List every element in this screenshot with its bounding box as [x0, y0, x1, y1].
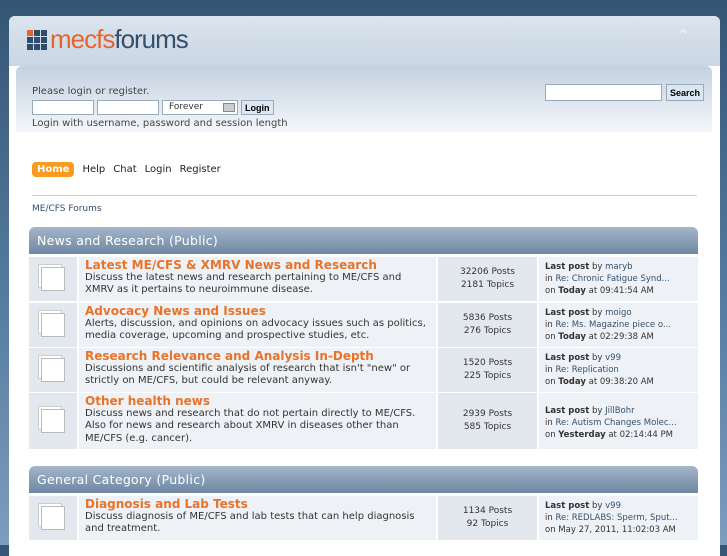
dropdown-arrow-icon: [223, 103, 235, 112]
board-info: Research Relevance and Analysis In-Depth…: [79, 348, 436, 392]
board-info: Diagnosis and Lab Tests Discuss diagnosis…: [79, 496, 436, 540]
post-count: 1134 Posts: [462, 506, 513, 516]
board-info: Other health news Discuss news and resear…: [79, 393, 436, 449]
board-name-link[interactable]: Advocacy News and Issues: [85, 305, 430, 318]
post-count: 1520 Posts: [462, 358, 513, 368]
last-post-topic-link[interactable]: Re: Replication: [555, 365, 618, 375]
board-status-icon: [41, 313, 65, 337]
session-length-select[interactable]: Forever: [162, 100, 238, 115]
board-description: Discuss diagnosis of ME/CFS and lab test…: [85, 510, 415, 535]
topic-count: 2181 Topics: [460, 280, 515, 290]
last-post: Last post by moigo in Re: Ms. Magazine p…: [539, 303, 698, 347]
logo-grid-icon: [27, 29, 47, 50]
last-post-author-link[interactable]: v99: [605, 501, 621, 511]
login-message: Please login or register.: [32, 86, 150, 97]
topic-count: 585 Topics: [463, 422, 512, 432]
last-post: Last post by JillBohr in Re: Autism Chan…: [539, 393, 698, 449]
board-status-icon: [41, 409, 65, 433]
menu-home[interactable]: Home: [32, 162, 75, 177]
board-row: Latest ME/CFS & XMRV News and Research Di…: [29, 257, 698, 301]
divider: [32, 195, 697, 196]
board-name-link[interactable]: Research Relevance and Analysis In-Depth: [85, 350, 430, 363]
post-count: 2939 Posts: [462, 409, 513, 419]
menu-chat[interactable]: Chat: [113, 164, 136, 175]
breadcrumb[interactable]: ME/CFS Forums: [32, 204, 102, 214]
last-post-topic-link[interactable]: Re: Autism Changes Molec...: [555, 418, 676, 428]
page: mecfsforums ⌃ Please login or register. …: [9, 16, 720, 556]
board-status-icon: [41, 358, 65, 382]
last-post: Last post by v99 in Re: Replication on T…: [539, 348, 698, 392]
last-post-day: Today: [558, 286, 586, 296]
board-stats: 2939 Posts 585 Topics: [438, 393, 537, 449]
board-row: Advocacy News and Issues Alerts, discussi…: [29, 303, 698, 347]
header: mecfsforums ⌃: [9, 16, 720, 66]
board-icon-cell: [29, 257, 77, 301]
board-name-link[interactable]: Latest ME/CFS & XMRV News and Research: [85, 259, 430, 272]
board-status-icon: [41, 506, 65, 530]
board-row: Diagnosis and Lab Tests Discuss diagnosis…: [29, 496, 698, 540]
last-post-author-link[interactable]: v99: [605, 353, 621, 363]
last-post-topic-link[interactable]: Re: Chronic Fatigue Synd...: [555, 274, 669, 284]
login-hint: Login with username, password and sessio…: [32, 118, 288, 129]
last-post: Last post by v99 in Re: REDLABS: Sperm, …: [539, 496, 698, 540]
last-post: Last post by maryb in Re: Chronic Fatigu…: [539, 257, 698, 301]
board-description: Alerts, discussion, and opinions on advo…: [85, 317, 426, 342]
board-description: Discuss the latest news and research per…: [85, 271, 402, 296]
board-row: Research Relevance and Analysis In-Depth…: [29, 348, 698, 392]
topic-count: 92 Topics: [466, 519, 509, 529]
board-name-link[interactable]: Other health news: [85, 395, 430, 408]
last-post-author-link[interactable]: JillBohr: [605, 406, 635, 416]
board-status-icon: [41, 267, 65, 291]
topic-count: 225 Topics: [463, 371, 512, 381]
board-info: Latest ME/CFS & XMRV News and Research Di…: [79, 257, 436, 301]
search-input[interactable]: [544, 84, 662, 101]
board-stats: 32206 Posts 2181 Topics: [438, 257, 537, 301]
search-button[interactable]: Search: [665, 84, 704, 101]
last-post-time: at 09:38:20 AM: [588, 377, 654, 387]
post-count: 32206 Posts: [459, 267, 515, 277]
last-post-author-link[interactable]: moigo: [605, 308, 631, 318]
board-stats: 1520 Posts 225 Topics: [438, 348, 537, 392]
logo[interactable]: mecfsforums: [27, 24, 189, 55]
last-post-day: Today: [558, 377, 586, 387]
board-icon-cell: [29, 348, 77, 392]
last-post-time: May 27, 2011, 11:02:03 AM: [558, 525, 676, 535]
board-row: Other health news Discuss news and resear…: [29, 393, 698, 449]
main-menu: Home Help Chat Login Register: [32, 162, 221, 177]
last-post-time: at 02:29:38 AM: [588, 332, 654, 342]
collapse-header-icon[interactable]: ⌃: [677, 26, 690, 45]
category-header[interactable]: General Category (Public): [29, 466, 698, 493]
menu-register[interactable]: Register: [180, 164, 221, 175]
board-stats: 5836 Posts 276 Topics: [438, 303, 537, 347]
board-info: Advocacy News and Issues Alerts, discussi…: [79, 303, 436, 347]
password-input[interactable]: [97, 100, 159, 115]
board-stats: 1134 Posts 92 Topics: [438, 496, 537, 540]
last-post-time: at 02:14:44 PM: [608, 430, 673, 440]
board-description: Discussions and scientific analysis of r…: [85, 362, 411, 387]
login-button[interactable]: Login: [241, 100, 274, 115]
last-post-day: Today: [558, 332, 586, 342]
last-post-time: at 09:41:54 AM: [588, 286, 654, 296]
last-post-topic-link[interactable]: Re: REDLABS: Sperm, Sput...: [555, 513, 677, 523]
last-post-day: Yesterday: [558, 430, 606, 440]
username-input[interactable]: [32, 100, 94, 115]
menu-help[interactable]: Help: [82, 164, 105, 175]
last-post-author-link[interactable]: maryb: [605, 262, 632, 272]
topic-count: 276 Topics: [463, 326, 512, 336]
board-name-link[interactable]: Diagnosis and Lab Tests: [85, 498, 430, 511]
board-description: Discuss news and research that do not pe…: [85, 407, 416, 444]
category-header[interactable]: News and Research (Public): [29, 227, 698, 254]
menu-login[interactable]: Login: [145, 164, 172, 175]
post-count: 5836 Posts: [462, 313, 513, 323]
user-section: Please login or register. Forever Login …: [16, 66, 712, 132]
board-icon-cell: [29, 393, 77, 449]
board-icon-cell: [29, 496, 77, 540]
board-icon-cell: [29, 303, 77, 347]
last-post-topic-link[interactable]: Re: Ms. Magazine piece o...: [555, 320, 671, 330]
